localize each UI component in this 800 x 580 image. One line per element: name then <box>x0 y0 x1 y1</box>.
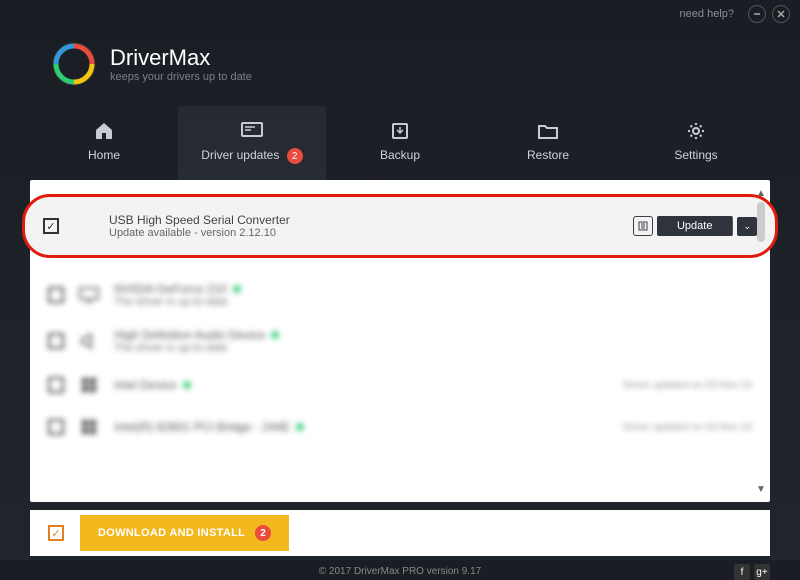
copyright-bar: © 2017 DriverMax PRO version 9.17 f g+ <box>0 556 800 577</box>
audio-icon <box>78 330 100 352</box>
scrollbar[interactable]: ▲ ▼ <box>754 186 768 496</box>
nav-restore[interactable]: Restore <box>474 106 622 180</box>
home-icon <box>30 120 178 142</box>
nav-home[interactable]: Home <box>30 106 178 180</box>
download-install-button[interactable]: DOWNLOAD AND INSTALL 2 <box>80 515 289 551</box>
brand-header: DriverMax keeps your drivers up to date <box>0 28 800 106</box>
folder-icon <box>474 120 622 142</box>
google-plus-icon[interactable]: g+ <box>754 564 770 580</box>
row-checkbox[interactable]: ✓ <box>43 218 59 234</box>
updates-badge: 2 <box>287 148 303 164</box>
driver-row: NVIDIA GeForce 210The driver is up-to-da… <box>30 272 770 318</box>
minimize-button[interactable] <box>748 5 766 23</box>
driver-row: High Definition Audio DeviceThe driver i… <box>30 318 770 364</box>
app-name: DriverMax <box>110 45 252 71</box>
row-checkbox[interactable] <box>48 419 64 435</box>
footer-bar: ✓ DOWNLOAD AND INSTALL 2 <box>30 510 770 556</box>
gear-icon <box>622 120 770 142</box>
row-checkbox[interactable] <box>48 377 64 393</box>
row-checkbox[interactable] <box>48 287 64 303</box>
driver-row: Intel(R) 82801 PCI Bridge - 244E Driver … <box>30 406 770 448</box>
close-icon <box>777 10 785 18</box>
nav-backup[interactable]: Backup <box>326 106 474 180</box>
row-checkbox[interactable] <box>48 333 64 349</box>
app-logo-icon <box>50 40 98 88</box>
copyright-text: © 2017 DriverMax PRO version 9.17 <box>319 566 481 577</box>
windows-icon <box>78 374 100 396</box>
facebook-icon[interactable]: f <box>734 564 750 580</box>
driver-row: Intel Device Driver updated on 03-Nov-16 <box>30 364 770 406</box>
monitor-icon <box>178 120 326 142</box>
driver-list: ✓ USB High Speed Serial Converter Update… <box>30 180 770 448</box>
row-actions: Update ⌄ <box>633 216 757 236</box>
windows-icon <box>78 416 100 438</box>
nav-driver-updates[interactable]: Driver updates 2 <box>178 106 326 180</box>
monitor-icon <box>78 284 100 306</box>
scroll-thumb[interactable] <box>757 202 765 242</box>
info-icon[interactable] <box>633 216 653 236</box>
main-nav: Home Driver updates 2 Backup Restore Set… <box>0 106 800 180</box>
minimize-icon <box>753 10 761 18</box>
app-slogan: keeps your drivers up to date <box>110 71 252 83</box>
driver-meta: USB High Speed Serial Converter Update a… <box>109 213 619 239</box>
scroll-up-icon[interactable]: ▲ <box>754 186 768 200</box>
driver-subtitle: Update available - version 2.12.10 <box>109 227 619 239</box>
update-button[interactable]: Update <box>657 216 733 236</box>
scroll-down-icon[interactable]: ▼ <box>754 482 768 496</box>
help-link[interactable]: need help? <box>680 8 734 20</box>
select-all-checkbox[interactable]: ✓ <box>48 525 64 541</box>
content-panel: ✓ USB High Speed Serial Converter Update… <box>30 180 770 502</box>
close-button[interactable] <box>772 5 790 23</box>
brand-text: DriverMax keeps your drivers up to date <box>110 45 252 83</box>
backup-icon <box>326 120 474 142</box>
driver-title: USB High Speed Serial Converter <box>109 213 619 227</box>
title-bar: need help? <box>0 0 800 28</box>
driver-row-highlighted: ✓ USB High Speed Serial Converter Update… <box>22 194 778 258</box>
social-icons: f g+ <box>734 564 770 580</box>
app-window: need help? DriverMax keeps your drivers … <box>0 0 800 560</box>
nav-settings[interactable]: Settings <box>622 106 770 180</box>
download-badge: 2 <box>255 525 271 541</box>
